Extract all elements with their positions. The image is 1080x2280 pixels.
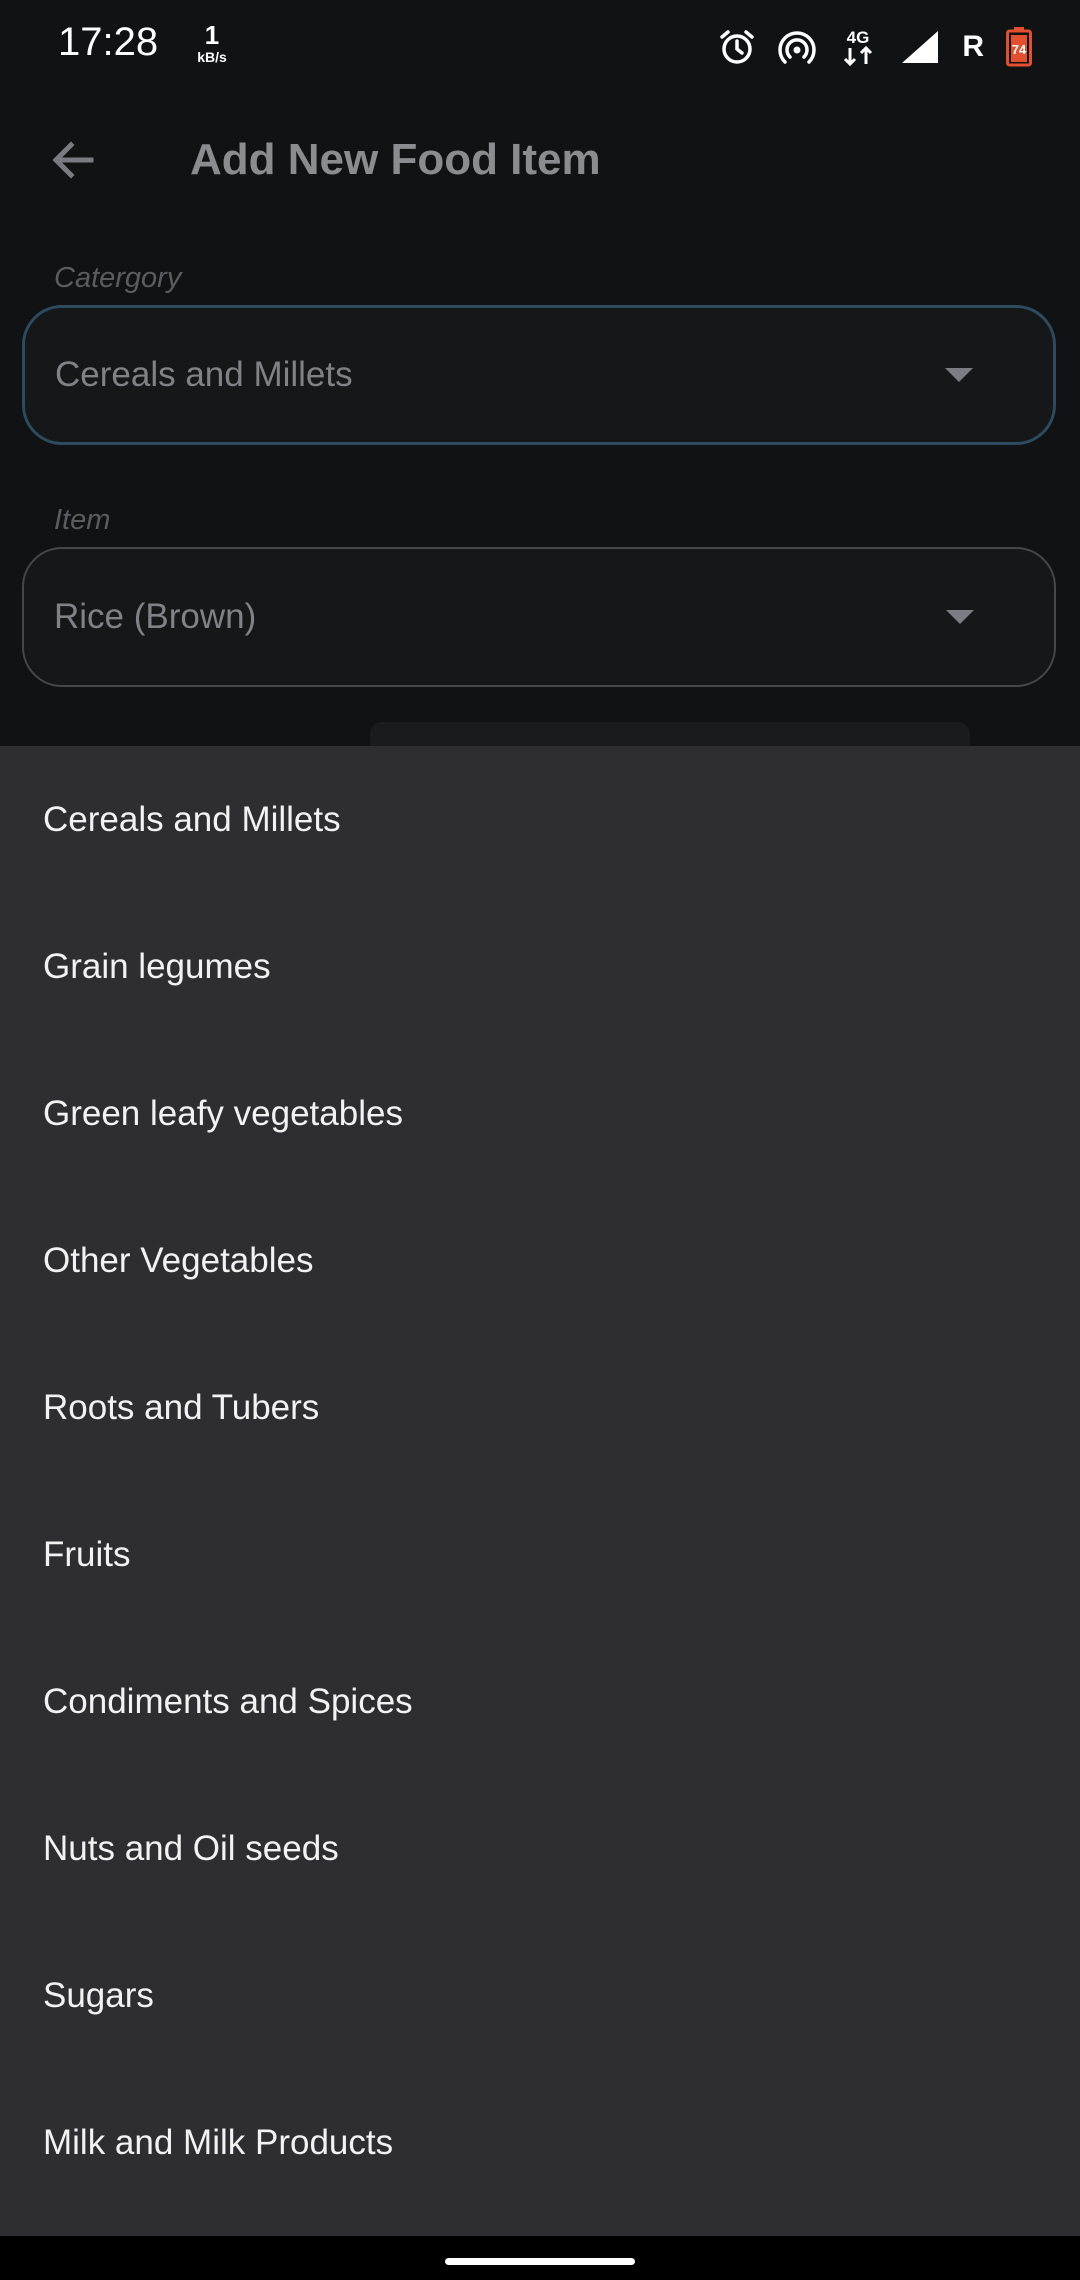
network-speed-unit: kB/s xyxy=(197,49,227,65)
menu-item-label: Cereals and Millets xyxy=(43,799,341,839)
menu-item-condiments-and-spices[interactable]: Condiments and Spices xyxy=(0,1628,1080,1775)
menu-item-label: Grain legumes xyxy=(43,946,271,986)
network-speed-value: 1 xyxy=(204,20,220,50)
menu-item-milk-and-milk-products[interactable]: Milk and Milk Products xyxy=(0,2069,1080,2216)
roaming-indicator: R xyxy=(962,30,984,63)
item-label: Item xyxy=(54,504,111,536)
hotspot-icon xyxy=(778,28,817,66)
menu-item-sugars[interactable]: Sugars xyxy=(0,1922,1080,2069)
menu-item-fruits[interactable]: Fruits xyxy=(0,1481,1080,1628)
back-button[interactable] xyxy=(38,127,108,197)
screen: 17:28 1 kB/s 4G R 74 Add New Food Item C… xyxy=(0,0,1080,2280)
battery-icon: 74 xyxy=(1006,27,1032,67)
category-label: Catergory xyxy=(54,262,182,294)
status-bar: 17:28 1 kB/s 4G R 74 xyxy=(0,0,1080,95)
menu-item-cereals-and-millets[interactable]: Cereals and Millets xyxy=(0,746,1080,893)
menu-item-label: Fruits xyxy=(43,1534,131,1574)
network-speed: 1 kB/s xyxy=(182,22,242,64)
menu-item-label: Milk and Milk Products xyxy=(43,2122,394,2162)
menu-item-label: Sugars xyxy=(43,1975,154,2015)
signal-icon xyxy=(900,29,940,65)
hidden-button-edge xyxy=(370,722,970,746)
menu-item-label: Condiments and Spices xyxy=(43,1681,413,1721)
svg-text:4G: 4G xyxy=(847,28,870,47)
item-select[interactable]: Rice (Brown) xyxy=(22,547,1056,687)
item-value: Rice (Brown) xyxy=(54,597,257,636)
app-bar: Add New Food Item xyxy=(0,95,1080,230)
mobile-data-icon: 4G xyxy=(838,26,878,68)
menu-item-green-leafy-vegetables[interactable]: Green leafy vegetables xyxy=(0,1040,1080,1187)
status-time: 17:28 xyxy=(58,20,159,64)
status-icons: 4G R 74 xyxy=(718,22,1032,72)
category-select[interactable]: Cereals and Millets xyxy=(22,305,1056,445)
menu-item-roots-and-tubers[interactable]: Roots and Tubers xyxy=(0,1334,1080,1481)
menu-item-other-vegetables[interactable]: Other Vegetables xyxy=(0,1187,1080,1334)
category-value: Cereals and Millets xyxy=(55,355,353,394)
menu-item-label: Roots and Tubers xyxy=(43,1387,320,1427)
menu-item-label: Green leafy vegetables xyxy=(43,1093,403,1133)
arrow-left-icon xyxy=(49,136,97,189)
home-indicator[interactable] xyxy=(445,2258,635,2265)
menu-item-label: Nuts and Oil seeds xyxy=(43,1828,339,1868)
alarm-icon xyxy=(718,28,756,66)
menu-item-grain-legumes[interactable]: Grain legumes xyxy=(0,893,1080,1040)
dropdown-arrow-icon xyxy=(945,368,973,382)
battery-level: 74 xyxy=(1012,42,1027,57)
dropdown-arrow-icon xyxy=(946,610,974,624)
navigation-bar xyxy=(0,2236,1080,2280)
page-title: Add New Food Item xyxy=(190,135,601,184)
menu-item-label: Other Vegetables xyxy=(43,1240,314,1280)
category-dropdown-menu: Cereals and Millets Grain legumes Green … xyxy=(0,746,1080,2236)
menu-item-nuts-and-oil-seeds[interactable]: Nuts and Oil seeds xyxy=(0,1775,1080,1922)
